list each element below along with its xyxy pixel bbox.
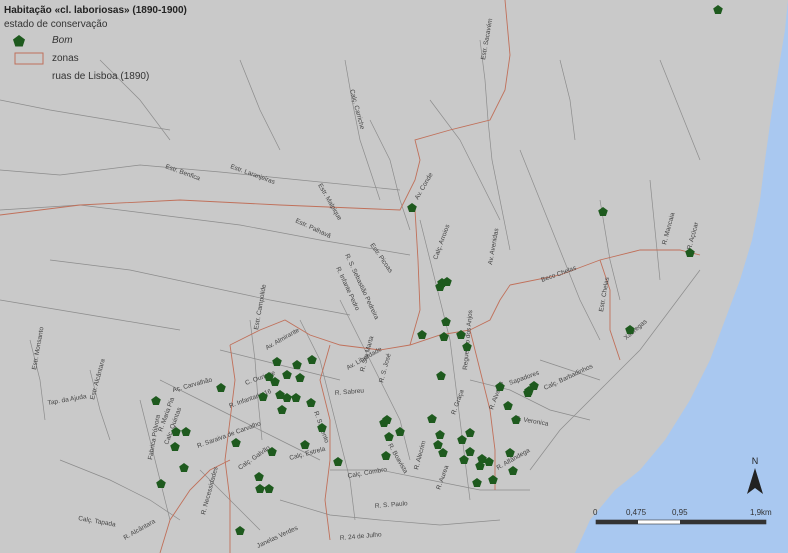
legend-item-bom: Bom <box>4 32 187 50</box>
scale-tick-label: 0,95 <box>672 508 688 517</box>
scale-tick-label: 1,9 <box>750 508 762 517</box>
legend-label: Bom <box>52 35 73 46</box>
scale-tick-label: 0 <box>593 508 598 517</box>
scale-unit: km <box>761 508 772 517</box>
scale-tick-label: 0,475 <box>626 508 647 517</box>
legend-label: zonas <box>52 53 79 64</box>
pentagon-icon <box>13 35 25 47</box>
legend-title: Habitação «cl. laboriosas» (1890-1900) <box>4 5 187 16</box>
outline-box-icon <box>14 52 44 65</box>
north-arrow: N <box>740 456 770 496</box>
north-arrow-icon <box>747 468 763 494</box>
north-label: N <box>751 456 759 466</box>
map-legend: Habitação «cl. laboriosas» (1890-1900) e… <box>4 4 187 86</box>
scale-bar: 0 0,475 0,95 1,9 km <box>590 508 772 548</box>
legend-label: ruas de Lisboa (1890) <box>52 71 150 82</box>
legend-item-ruas: ruas de Lisboa (1890) <box>4 68 187 86</box>
legend-subtitle: estado de conservação <box>4 19 108 30</box>
legend-item-zonas: zonas <box>4 50 187 68</box>
